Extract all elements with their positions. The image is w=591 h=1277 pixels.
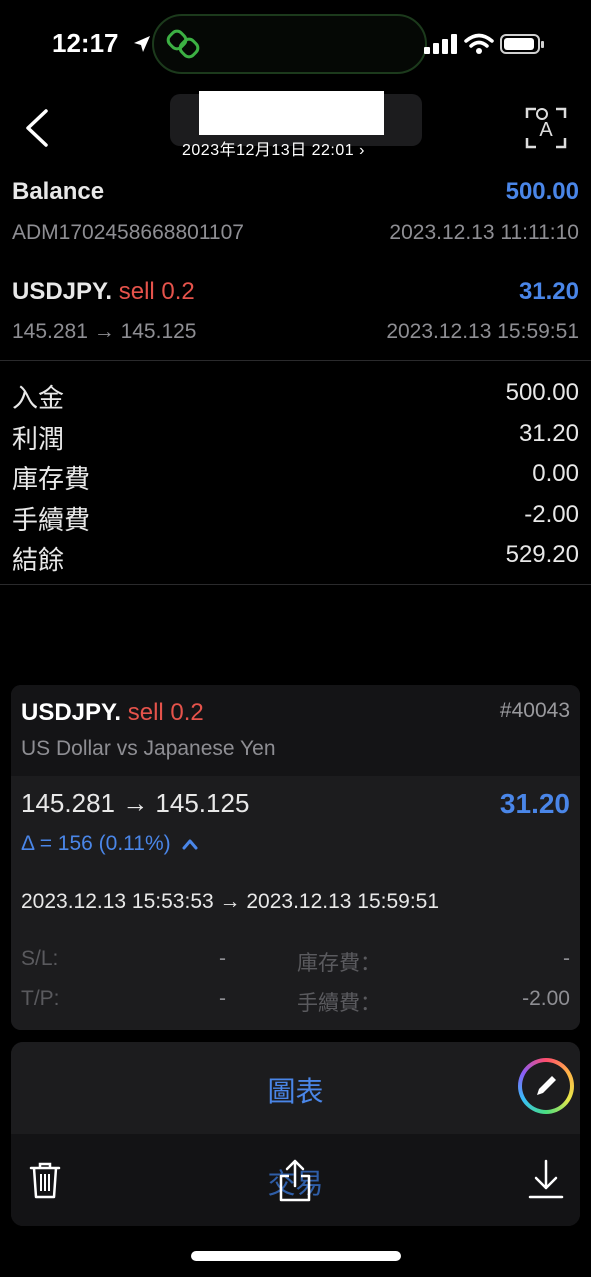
trade-side: sell 0.2 <box>118 278 195 305</box>
card-symbol: USDJPY. <box>21 699 122 726</box>
translate-scan-icon[interactable]: A <box>524 104 568 157</box>
sl-label: S/L: <box>21 947 59 970</box>
commission-value: -2.00 <box>522 987 570 1010</box>
chevron-up-icon <box>182 839 197 850</box>
trade-symbol: USDJPY. <box>12 278 113 305</box>
date-link[interactable]: 2023年12月13日 22:01 › <box>182 136 365 160</box>
card-instrument-name: US Dollar vs Japanese Yen <box>21 737 276 760</box>
home-indicator[interactable] <box>191 1251 401 1261</box>
summary-balance-value: 529.20 <box>505 541 579 568</box>
card-times: 2023.12.13 15:53:53 → 2023.12.13 15:59:5… <box>21 890 440 913</box>
download-icon[interactable] <box>527 1158 565 1207</box>
cellular-signal-icon <box>424 34 458 59</box>
summary-swap-label: 庫存費 <box>12 464 91 494</box>
status-time: 12:17 <box>52 28 119 58</box>
link-icon <box>166 28 202 67</box>
card-title: USDJPY. sell 0.2 <box>21 699 204 727</box>
trash-icon[interactable] <box>28 1160 62 1205</box>
commission-label: 手續費： <box>297 992 381 1015</box>
trade-prices: 145.281 → 145.125 <box>12 320 197 343</box>
pencil-icon <box>537 1076 556 1095</box>
location-arrow-icon <box>132 34 152 59</box>
card-body: 145.281 → 145.125 31.20 Δ = 156 (0.11%) … <box>11 776 580 1030</box>
position-card[interactable]: USDJPY. sell 0.2 #40043 US Dollar vs Jap… <box>11 685 580 1030</box>
battery-icon <box>500 34 544 54</box>
divider <box>0 360 591 361</box>
share-icon[interactable] <box>276 1158 314 1209</box>
summary-swap-value: 0.00 <box>532 460 579 487</box>
swap-label: 庫存費： <box>297 952 381 975</box>
card-profit: 31.20 <box>499 788 570 819</box>
card-prices: 145.281 → 145.125 <box>21 788 250 818</box>
trade-timestamp: 2023.12.13 15:59:51 <box>386 320 579 343</box>
summary-commission-label: 手續費 <box>12 505 91 535</box>
trade-profit: 31.20 <box>518 278 579 305</box>
card-side: sell 0.2 <box>127 699 204 726</box>
swap-value: - <box>563 947 570 970</box>
summary-deposit-value: 500.00 <box>505 379 579 406</box>
tp-label: T/P: <box>21 987 60 1010</box>
balance-amount: 500.00 <box>505 178 579 205</box>
markup-edit-inner <box>522 1062 570 1110</box>
card-ticket: #40043 <box>499 699 570 722</box>
card-delta-text: Δ = 156 (0.11%) <box>21 832 171 855</box>
summary-deposit-label: 入金 <box>12 383 65 413</box>
divider <box>0 584 591 585</box>
balance-account-id: ADM1702458668801107 <box>12 221 244 244</box>
summary-profit-label: 利潤 <box>12 424 65 454</box>
chart-tab[interactable]: 圖表 <box>11 1070 580 1110</box>
trade-row-title[interactable]: USDJPY. sell 0.2 <box>12 278 195 306</box>
summary-balance-label: 結餘 <box>12 545 65 575</box>
card-header: USDJPY. sell 0.2 #40043 US Dollar vs Jap… <box>11 685 580 776</box>
markup-edit-button[interactable] <box>518 1058 574 1114</box>
summary-profit-value: 31.20 <box>518 420 579 447</box>
redacted-title <box>199 91 384 135</box>
back-chevron-icon[interactable] <box>22 108 52 153</box>
tp-value: - <box>219 987 226 1010</box>
wifi-icon <box>464 33 494 60</box>
balance-timestamp: 2023.12.13 11:11:10 <box>389 221 579 244</box>
card-delta[interactable]: Δ = 156 (0.11%) <box>21 832 199 856</box>
balance-label: Balance <box>12 178 105 205</box>
summary-commission-value: -2.00 <box>524 501 579 528</box>
svg-text:A: A <box>539 119 553 141</box>
sl-value: - <box>219 947 226 970</box>
